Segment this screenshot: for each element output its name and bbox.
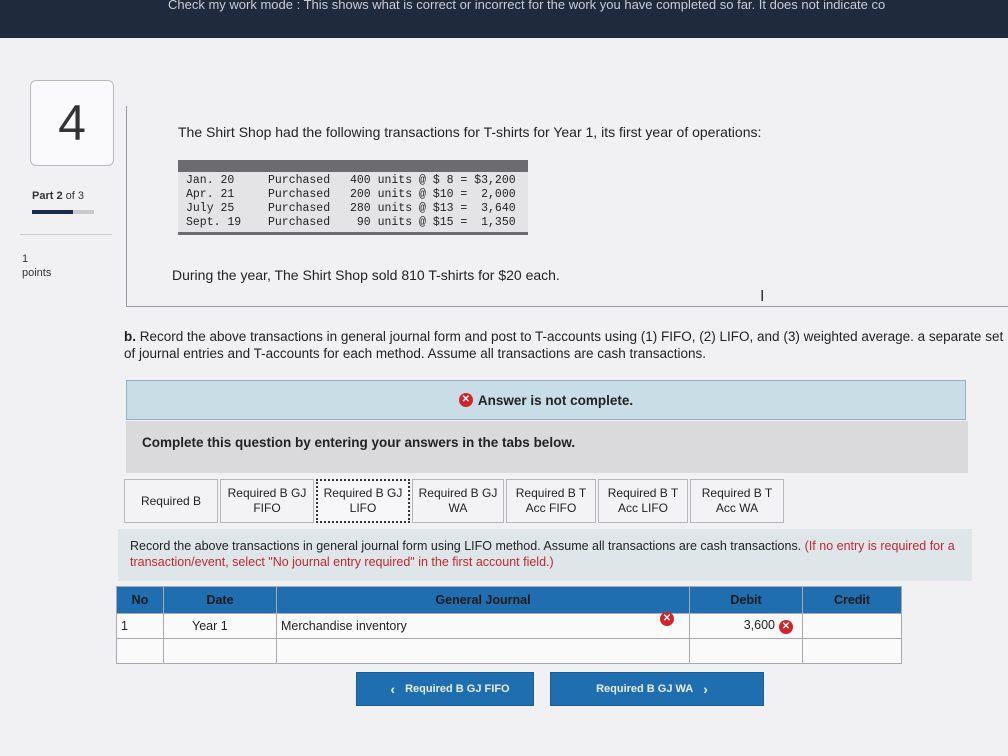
journal-header-row: No Date General Journal Debit Credit	[116, 586, 902, 614]
general-journal-table: No Date General Journal Debit Credit 1 Y…	[116, 586, 902, 664]
sidebar-divider	[20, 234, 112, 235]
journal-row: 1 Year 1 Merchandise inventory ✕ 3,600 ✕	[116, 612, 902, 639]
account-field[interactable]	[276, 638, 690, 664]
points-label: points	[22, 267, 52, 279]
points-value: 1	[22, 253, 29, 265]
tab-required-b-gj-lifo[interactable]: Required B GJ LIFO	[316, 479, 410, 523]
transaction-type: Purchased	[268, 216, 331, 229]
credit-field[interactable]	[802, 613, 902, 639]
header-general-journal: General Journal	[276, 586, 690, 614]
journal-row	[116, 638, 902, 664]
header-credit: Credit	[802, 586, 902, 614]
tab-required-b-t-acc-lifo[interactable]: Required B T Acc LIFO	[598, 479, 688, 523]
transaction-detail: 90 units @ $15 = 1,350	[350, 216, 516, 229]
complete-instruction-panel: Complete this question by entering your …	[126, 421, 968, 473]
answer-incomplete-alert: ✕ Answer is not complete.	[126, 380, 966, 420]
part-progress-fill	[32, 210, 73, 214]
question-number: 4	[30, 80, 114, 166]
prev-tab-label: Required B GJ FIFO	[405, 683, 510, 695]
transaction-detail: 280 units @ $13 = 3,640	[350, 202, 516, 215]
header-no: No	[116, 586, 164, 614]
transaction-detail: 400 units @ $ 8 = $3,200	[350, 174, 516, 187]
debit-error-icon: ✕	[779, 620, 793, 634]
account-error-icon: ✕	[660, 612, 674, 626]
transaction-row: Apr. 21 Purchased 200 units @ $10 = 2,000	[186, 188, 528, 202]
part-label-rest: of 3	[62, 190, 84, 202]
part-b-instructions: b. Record the above transactions in gene…	[124, 328, 1004, 362]
transaction-detail: 200 units @ $10 = 2,000	[350, 188, 516, 201]
date-field[interactable]	[163, 638, 277, 664]
transaction-row: July 25 Purchased 280 units @ $13 = 3,640	[186, 202, 528, 216]
part-b-text: Record the above transactions in general…	[124, 329, 1004, 361]
tab-instructions: Record the above transactions in general…	[118, 529, 972, 581]
part-progress-bar	[32, 210, 94, 214]
prev-tab-button[interactable]: ‹ Required B GJ FIFO	[356, 672, 534, 706]
next-tab-label: Required B GJ WA	[596, 683, 694, 695]
tab-required-b-gj-wa[interactable]: Required B GJ WA	[412, 479, 504, 523]
check-my-work-banner: Check my work mode : This shows what is …	[0, 0, 1008, 38]
transaction-date: Sept. 19	[186, 216, 242, 229]
transaction-date: Apr. 21	[186, 188, 235, 201]
tab-required-b-t-acc-fifo[interactable]: Required B T Acc FIFO	[506, 479, 596, 523]
credit-field[interactable]	[802, 638, 902, 664]
date-field[interactable]: Year 1	[163, 613, 277, 639]
debit-field[interactable]: 3,600	[744, 618, 775, 632]
question-intro: The Shirt Shop had the following transac…	[178, 124, 762, 140]
debit-field-cell[interactable]: 3,600 ✕	[689, 613, 803, 639]
text-cursor-icon: I	[760, 288, 765, 305]
header-debit: Debit	[689, 586, 803, 614]
transaction-type: Purchased	[268, 188, 331, 201]
transaction-row: Jan. 20 Purchased 400 units @ $ 8 = $3,200	[186, 174, 528, 188]
requirement-tabs: Required B Required B GJ FIFO Required B…	[124, 479, 786, 527]
transaction-date: Jan. 20	[186, 174, 235, 187]
alert-text: Answer is not complete.	[477, 392, 634, 408]
row-number	[116, 638, 164, 664]
transaction-row: Sept. 19 Purchased 90 units @ $15 = 1,350	[186, 216, 528, 230]
question-page: 4 Part 2 of 3 1 points The Shirt Shop had…	[0, 38, 1008, 756]
transactions-table: Jan. 20 Purchased 400 units @ $ 8 = $3,200…	[178, 160, 528, 235]
points-box: 1 points	[22, 252, 51, 280]
transaction-type: Purchased	[268, 202, 331, 215]
account-field-cell[interactable]: Merchandise inventory ✕	[276, 612, 690, 639]
tab-required-b[interactable]: Required B	[124, 479, 218, 523]
transaction-type: Purchased	[268, 174, 331, 187]
instruction-main: Record the above transactions in general…	[130, 539, 805, 553]
row-number: 1	[116, 613, 164, 639]
error-x-icon: ✕	[458, 393, 473, 407]
part-indicator: Part 2 of 3	[32, 190, 84, 202]
account-field[interactable]: Merchandise inventory	[281, 619, 407, 633]
complete-instruction-text: Complete this question by entering your …	[142, 435, 576, 450]
tab-required-b-t-acc-wa[interactable]: Required B T Acc WA	[690, 479, 784, 523]
part-label-bold: Part 2	[32, 190, 63, 202]
next-tab-button[interactable]: Required B GJ WA ›	[550, 672, 764, 706]
banner-text: Check my work mode : This shows what is …	[168, 0, 886, 12]
transaction-date: July 25	[186, 202, 235, 215]
tab-required-b-gj-fifo[interactable]: Required B GJ FIFO	[220, 479, 314, 523]
chevron-right-icon: ›	[703, 681, 708, 697]
sold-statement: During the year, The Shirt Shop sold 810…	[172, 267, 560, 283]
chevron-left-icon: ‹	[390, 681, 396, 697]
part-b-prefix: b.	[124, 329, 136, 344]
debit-field[interactable]	[689, 638, 803, 664]
header-date: Date	[163, 586, 277, 614]
